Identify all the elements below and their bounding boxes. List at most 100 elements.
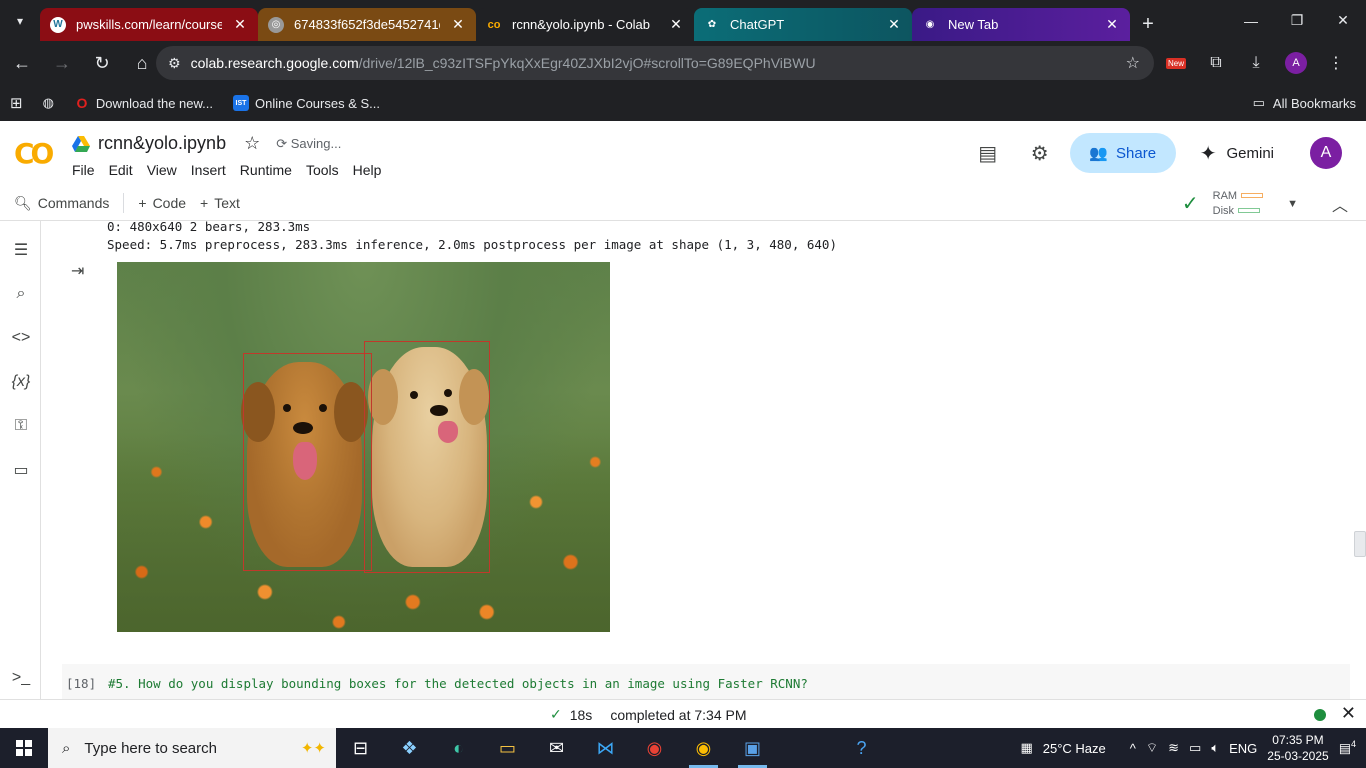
share-button[interactable]: 👥 Share [1069, 133, 1176, 173]
profile-button[interactable]: A [1278, 45, 1314, 81]
bookmark-item[interactable]: O Download the new... [64, 95, 223, 111]
runtime-status-dot [1314, 709, 1326, 721]
terminal-icon[interactable]: >_ [8, 665, 34, 691]
bookmark-star-icon[interactable]: ☆ [1126, 53, 1140, 73]
language-indicator[interactable]: ENG [1229, 741, 1257, 756]
home-icon[interactable]: ⌂ [124, 45, 160, 81]
vscode-icon[interactable]: ⋈ [581, 728, 630, 768]
tab-search-icon[interactable]: ▾ [0, 0, 40, 41]
globe-bookmark-icon[interactable]: ◍ [33, 95, 64, 111]
menu-insert[interactable]: Insert [191, 162, 236, 178]
browser-tab-active[interactable]: co rcnn&yolo.ipynb - Colab ✕ [476, 8, 694, 41]
files-folder-icon[interactable]: ▭ [8, 457, 34, 483]
secrets-key-icon[interactable]: ⚿ [8, 413, 34, 439]
plus-icon: + [200, 195, 209, 211]
execution-status[interactable]: ✓ 18s completed at 7:34 PM [550, 706, 747, 723]
collapse-header-icon[interactable]: ︿ [1332, 192, 1348, 216]
add-code-button[interactable]: + Code [138, 195, 186, 211]
star-notebook-icon[interactable]: ☆ [244, 133, 260, 154]
minimize-icon[interactable]: — [1228, 0, 1274, 41]
gemini-button[interactable]: ✦ Gemini [1200, 141, 1274, 166]
help-icon[interactable]: ? [837, 728, 886, 768]
code-snippets-icon[interactable]: <> [8, 325, 34, 351]
tray-chevron-icon[interactable]: ^ [1130, 741, 1136, 756]
mail-icon[interactable]: ✉ [532, 728, 581, 768]
execution-count: [18] [66, 676, 97, 691]
menu-runtime[interactable]: Runtime [240, 162, 302, 178]
find-replace-icon[interactable]: ⌕ [8, 281, 34, 307]
drive-icon[interactable] [72, 135, 90, 152]
menu-file[interactable]: File [72, 162, 105, 178]
weather-text[interactable]: 25°C Haze [1043, 741, 1106, 756]
photos-icon[interactable]: ▣ [728, 728, 777, 768]
success-check-icon: ✓ [550, 706, 562, 722]
battery-icon[interactable]: ▭ [1189, 740, 1201, 756]
chrome-icon[interactable]: ◉ [630, 728, 679, 768]
menu-edit[interactable]: Edit [109, 162, 143, 178]
table-of-contents-icon[interactable]: ☰ [8, 237, 34, 263]
weather-icon[interactable]: ▦ [1020, 740, 1032, 756]
browser-tab[interactable]: W pwskills.com/learn/course/g ✕ [40, 8, 258, 41]
code-comment[interactable]: #5. How do you display bounding boxes fo… [108, 676, 808, 691]
add-text-button[interactable]: + Text [200, 195, 240, 211]
windows-start-icon[interactable] [0, 728, 48, 768]
close-tab-icon[interactable]: ✕ [886, 16, 902, 33]
clock[interactable]: 07:35 PM 25-03-2025 [1267, 732, 1328, 764]
notifications-icon[interactable]: ▤4 [1339, 739, 1356, 756]
taskbar-search[interactable]: ⌕ Type here to search ✦✦ [48, 728, 336, 768]
code-cell[interactable]: [18] #5. How do you display bounding box… [62, 664, 1350, 699]
output-actions-icon[interactable]: ⇥ [71, 261, 95, 281]
edge-icon[interactable]: ◐ [434, 728, 483, 768]
colab-header: CO rcnn&yolo.ipynb ☆ ⟳ Saving... File Ed… [0, 121, 1366, 186]
new-tab-button[interactable]: + [1130, 8, 1166, 41]
bookmark-item[interactable]: IST Online Courses & S... [223, 95, 390, 111]
comments-icon[interactable]: ▤ [966, 133, 1010, 173]
download-icon[interactable]: ⤓ [1238, 45, 1274, 81]
address-bar[interactable]: ⚙ colab.research.google.com /drive/12lB_… [156, 46, 1154, 80]
restore-icon[interactable]: ❐ [1274, 0, 1320, 41]
copilot-icon[interactable]: ❖ [385, 728, 434, 768]
windows-taskbar: ⌕ Type here to search ✦✦ ⊟ ❖ ◐ ▭ ✉ ⋈ ◉ ◉… [0, 728, 1366, 768]
close-tab-icon[interactable]: ✕ [668, 16, 684, 33]
close-tab-icon[interactable]: ✕ [232, 16, 248, 33]
volume-icon[interactable]: 🔈︎ [1211, 740, 1219, 756]
colab-logo[interactable]: CO [14, 137, 54, 170]
wifi-icon[interactable]: ≋ [1168, 740, 1179, 756]
variables-icon[interactable]: {x} [8, 369, 34, 395]
browser-tab[interactable]: ◎ 674833f652f3de5452741d71 ✕ [258, 8, 476, 41]
close-status-icon[interactable]: ✕ [1341, 703, 1356, 724]
ist-icon: IST [233, 95, 249, 111]
browser-tab[interactable]: ✿ ChatGPT ✕ [694, 8, 912, 41]
browser-tab[interactable]: ◉ New Tab ✕ [912, 8, 1130, 41]
back-icon[interactable]: ← [4, 45, 40, 81]
forward-icon[interactable]: → [44, 45, 80, 81]
account-avatar[interactable]: A [1310, 137, 1342, 169]
notebook-title[interactable]: rcnn&yolo.ipynb [98, 133, 226, 154]
close-tab-icon[interactable]: ✕ [1104, 16, 1120, 33]
network-icon[interactable]: ⌔ [1146, 740, 1158, 756]
task-view-icon[interactable]: ⊟ [336, 728, 385, 768]
chrome-active-icon[interactable]: ◉ [679, 728, 728, 768]
wordpress-icon: W [50, 16, 66, 33]
colab-icon: co [487, 18, 501, 31]
site-info-icon[interactable]: ⚙ [168, 55, 181, 72]
header-actions: ▤ ⚙ 👥 Share ✦ Gemini A [966, 133, 1366, 173]
runtime-dropdown-icon[interactable]: ▼ [1287, 198, 1298, 210]
all-bookmarks[interactable]: ▭ All Bookmarks [1253, 95, 1356, 111]
scrollbar-thumb[interactable] [1354, 531, 1366, 557]
resources-indicator[interactable]: ✓ RAM Disk ▼ ︿ [1182, 186, 1366, 221]
browser-menu-icon[interactable]: ⋮ [1318, 45, 1354, 81]
extensions-icon[interactable]: ⧉ [1198, 45, 1234, 81]
extension-badge[interactable]: New [1158, 45, 1194, 81]
file-explorer-icon[interactable]: ▭ [483, 728, 532, 768]
settings-icon[interactable]: ⚙ [1018, 133, 1062, 173]
close-window-icon[interactable]: ✕ [1320, 0, 1366, 41]
reload-icon[interactable]: ↻ [84, 45, 120, 81]
menu-help[interactable]: Help [353, 162, 392, 178]
menu-tools[interactable]: Tools [306, 162, 349, 178]
menu-view[interactable]: View [147, 162, 187, 178]
commands-button[interactable]: 🔍︎ Commands [14, 195, 109, 212]
apps-icon[interactable]: ⊞ [0, 94, 33, 112]
close-tab-icon[interactable]: ✕ [450, 16, 466, 33]
system-tray: ▦ 25°C Haze ^ ⌔ ≋ ▭ 🔈︎ ENG 07:35 PM 25-0… [1020, 728, 1366, 768]
